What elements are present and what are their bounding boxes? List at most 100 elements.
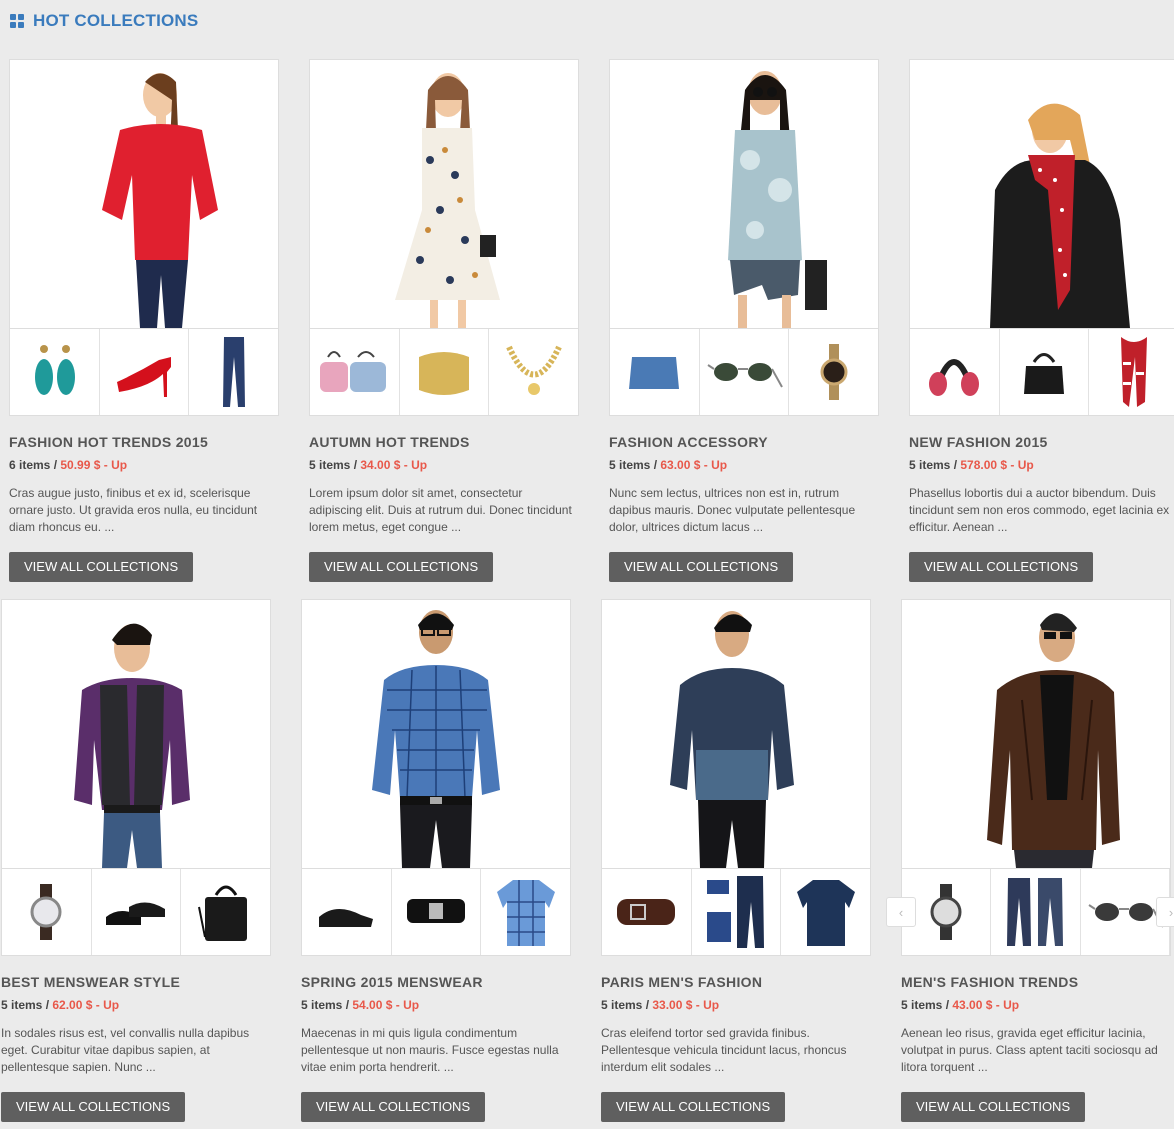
model-photo	[990, 103, 1130, 328]
collection-title[interactable]: FASHION ACCESSORY	[609, 434, 879, 450]
thumbnail[interactable]	[302, 869, 392, 955]
thumbnail[interactable]	[392, 869, 482, 955]
view-all-collections-button[interactable]: VIEW ALL COLLECTIONS	[301, 1092, 486, 1122]
section-title: HOT COLLECTIONS	[33, 11, 199, 30]
thumbnail[interactable]	[789, 329, 878, 415]
carousel-prev-button[interactable]: ‹	[886, 897, 916, 927]
item-count: 5 items	[901, 998, 943, 1012]
price: 33.00 $ - Up	[652, 998, 720, 1012]
collection-main-image[interactable]	[901, 599, 1171, 869]
thumbnail-strip	[609, 329, 879, 416]
thumbnail[interactable]	[910, 329, 1000, 415]
thumbnail[interactable]	[310, 329, 400, 415]
thumbnail[interactable]	[100, 329, 190, 415]
thumbnail-strip: ‹ ›	[886, 869, 1174, 956]
collection-description: In sodales risus est, vel convallis null…	[1, 1026, 250, 1074]
collection-main-image[interactable]	[301, 599, 571, 869]
view-all-collections-button[interactable]: VIEW ALL COLLECTIONS	[901, 1092, 1086, 1122]
price: 578.00 $ - Up	[960, 458, 1034, 472]
thumbnail[interactable]	[2, 869, 92, 955]
collection-description: Cras eleifend tortor sed gravida finibus…	[601, 1026, 847, 1074]
collection-description: Phasellus lobortis dui a auctor bibendum…	[909, 486, 1170, 534]
thumbnail[interactable]	[189, 329, 278, 415]
price: 50.99 $ - Up	[60, 458, 128, 472]
collection-card: SPRING 2015 MENSWEAR 5 items / 54.00 $ -…	[301, 599, 571, 1122]
grid-icon	[10, 14, 24, 28]
collection-meta: 5 items / 63.00 $ - Up	[609, 458, 728, 472]
view-all-collections-button[interactable]: VIEW ALL COLLECTIONS	[1, 1092, 186, 1122]
model-photo	[74, 623, 190, 868]
thumbnail[interactable]	[481, 869, 570, 955]
thumbnail[interactable]	[10, 329, 100, 415]
collection-meta: 5 items / 34.00 $ - Up	[309, 458, 428, 472]
collection-title[interactable]: NEW FASHION 2015	[909, 434, 1174, 450]
thumbnail[interactable]	[700, 329, 790, 415]
collection-card: ‹ › MEN'S FASHION TRENDS 5 items / 43.00…	[886, 599, 1174, 1122]
collection-title[interactable]: MEN'S FASHION TRENDS	[901, 974, 1171, 990]
view-all-collections-button[interactable]: VIEW ALL COLLECTIONS	[601, 1092, 786, 1122]
collection-title[interactable]: AUTUMN HOT TRENDS	[309, 434, 579, 450]
price: 54.00 $ - Up	[352, 998, 420, 1012]
thumbnail[interactable]	[1000, 329, 1090, 415]
view-all-collections-button[interactable]: VIEW ALL COLLECTIONS	[9, 552, 194, 582]
collection-title[interactable]: SPRING 2015 MENSWEAR	[301, 974, 571, 990]
collection-description: Nunc sem lectus, ultrices non est in, ru…	[609, 486, 856, 534]
collection-title[interactable]: PARIS MEN'S FASHION	[601, 974, 871, 990]
collection-main-image[interactable]	[601, 599, 871, 869]
item-count: 5 items	[601, 998, 643, 1012]
collection-description: Lorem ipsum dolor sit amet, consectetur …	[309, 486, 572, 534]
collection-description: Aenean leo risus, gravida eget efficitur…	[901, 1026, 1158, 1074]
collection-meta: 5 items / 33.00 $ - Up	[601, 998, 720, 1012]
thumbnail[interactable]	[692, 869, 782, 955]
collection-title[interactable]: FASHION HOT TRENDS 2015	[9, 434, 279, 450]
model-photo	[372, 610, 500, 868]
thumbnail-strip	[1, 869, 271, 956]
thumbnail-strip	[309, 329, 579, 416]
collection-main-image[interactable]	[9, 59, 279, 329]
collection-main-image[interactable]	[1, 599, 271, 869]
item-count: 5 items	[301, 998, 343, 1012]
collection-description: Maecenas in mi quis ligula condimentum p…	[301, 1026, 559, 1074]
model-photo	[395, 73, 500, 328]
thumbnail-strip	[301, 869, 571, 956]
thumbnail[interactable]	[489, 329, 578, 415]
collection-card: BEST MENSWEAR STYLE 5 items / 62.00 $ - …	[1, 599, 271, 1122]
item-count: 5 items	[309, 458, 351, 472]
model-photo	[728, 71, 827, 328]
collection-description: Cras augue justo, finibus et ex id, scel…	[9, 486, 258, 534]
item-count: 5 items	[609, 458, 651, 472]
collection-card: AUTUMN HOT TRENDS 5 items / 34.00 $ - Up…	[309, 59, 579, 582]
thumbnail-strip	[601, 869, 871, 956]
collection-meta: 5 items / 43.00 $ - Up	[901, 998, 1020, 1012]
model-photo	[670, 611, 794, 868]
chevron-left-icon: ‹	[898, 904, 904, 920]
carousel-next-button[interactable]: ›	[1156, 897, 1174, 927]
thumbnail[interactable]	[991, 869, 1081, 955]
collection-main-image[interactable]	[909, 59, 1174, 329]
item-count: 6 items	[9, 458, 51, 472]
collection-title[interactable]: BEST MENSWEAR STYLE	[1, 974, 271, 990]
section-header: HOT COLLECTIONS	[10, 11, 198, 31]
thumbnail[interactable]	[92, 869, 182, 955]
collection-meta: 5 items / 62.00 $ - Up	[1, 998, 120, 1012]
view-all-collections-button[interactable]: VIEW ALL COLLECTIONS	[609, 552, 794, 582]
price: 63.00 $ - Up	[660, 458, 728, 472]
thumbnail[interactable]	[400, 329, 490, 415]
thumbnail[interactable]	[610, 329, 700, 415]
thumbnail[interactable]	[181, 869, 270, 955]
collection-main-image[interactable]	[309, 59, 579, 329]
thumbnail-strip	[9, 329, 279, 416]
item-count: 5 items	[1, 998, 43, 1012]
collection-meta: 6 items / 50.99 $ - Up	[9, 458, 128, 472]
collection-card: FASHION HOT TRENDS 2015 6 items / 50.99 …	[9, 59, 279, 582]
thumbnail[interactable]	[1089, 329, 1174, 415]
view-all-collections-button[interactable]: VIEW ALL COLLECTIONS	[909, 552, 1094, 582]
thumbnail[interactable]	[781, 869, 870, 955]
chevron-right-icon: ›	[1168, 904, 1174, 920]
thumbnail[interactable]	[602, 869, 692, 955]
view-all-collections-button[interactable]: VIEW ALL COLLECTIONS	[309, 552, 494, 582]
collection-card: PARIS MEN'S FASHION 5 items / 33.00 $ - …	[601, 599, 871, 1122]
collection-card: NEW FASHION 2015 5 items / 578.00 $ - Up…	[909, 59, 1174, 582]
collection-meta: 5 items / 54.00 $ - Up	[301, 998, 420, 1012]
collection-main-image[interactable]	[609, 59, 879, 329]
